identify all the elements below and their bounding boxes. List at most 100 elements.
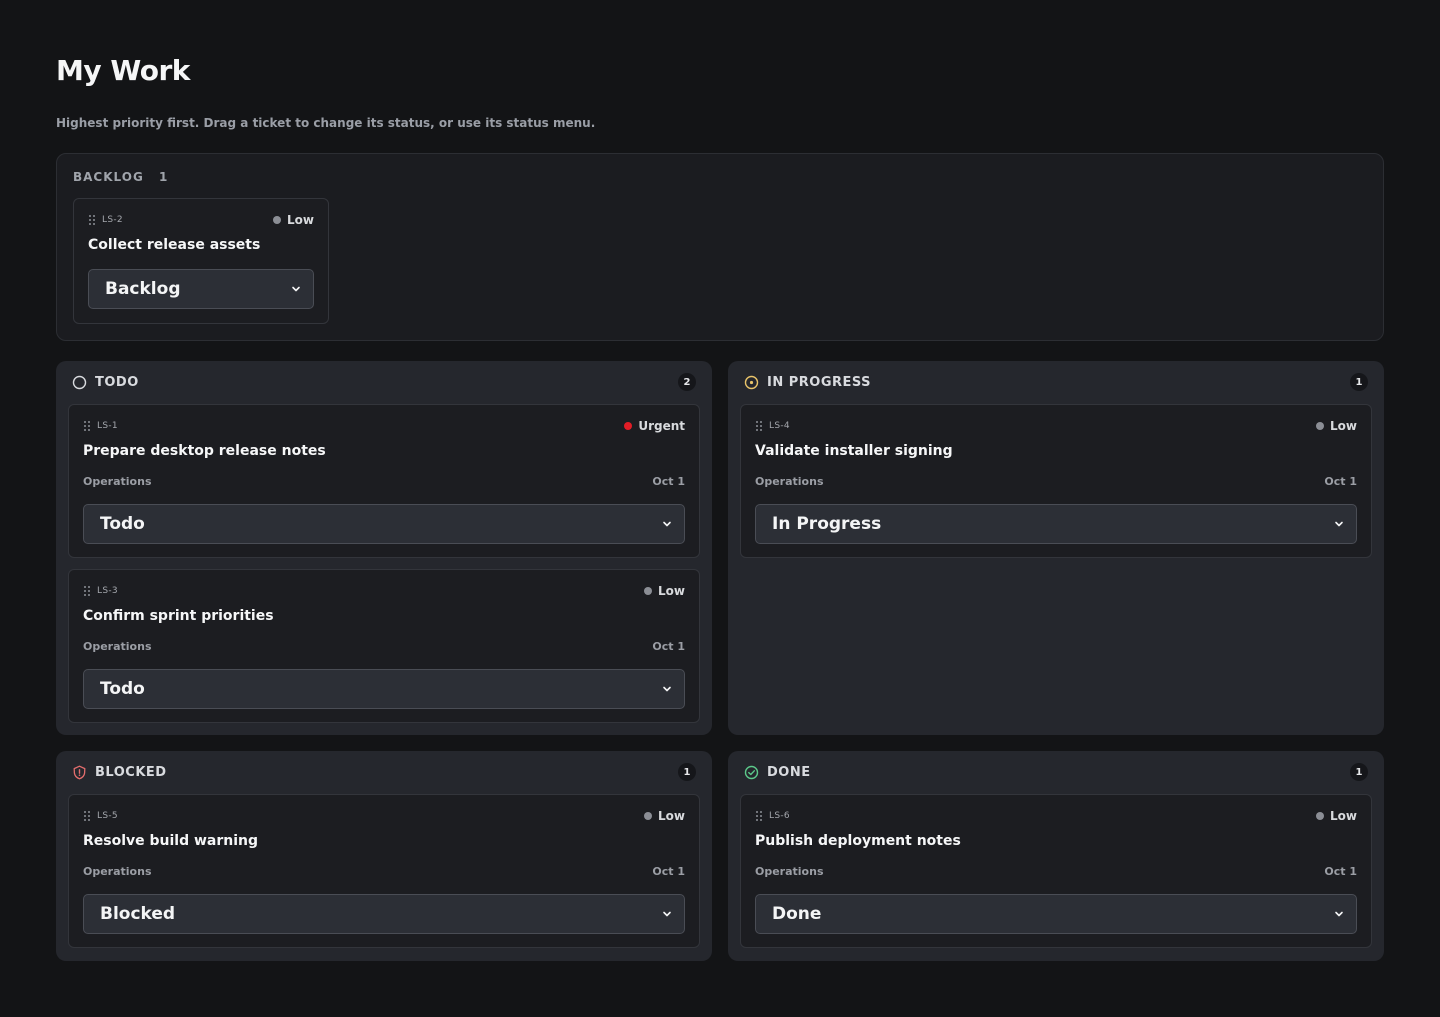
page-title: My Work [56, 54, 190, 87]
ticket-title: Resolve build warning [83, 833, 259, 849]
column-count: 1 [1350, 763, 1368, 781]
status-select[interactable]: Blocked [83, 894, 685, 934]
ticket-title: Validate installer signing [755, 443, 953, 459]
chevron-down-icon [1334, 909, 1344, 919]
ticket-team: Operations [83, 865, 152, 878]
priority-dot-icon [624, 422, 633, 430]
ticket-card[interactable]: LS-3 Low Confirm sprint priorities Opera… [68, 569, 700, 723]
ticket-team: Operations [755, 865, 824, 878]
ticket-date: Oct 1 [1324, 475, 1357, 488]
chevron-down-icon [662, 909, 672, 919]
ticket-team: Operations [83, 640, 152, 653]
priority-badge: Low [1316, 809, 1357, 823]
drag-handle-icon[interactable] [755, 810, 763, 822]
ticket-id: LS-1 [97, 421, 118, 431]
check-circle-icon [744, 765, 759, 780]
column-title: TODO [95, 374, 139, 390]
drag-handle-icon[interactable] [83, 585, 91, 597]
status-select-value: Blocked [100, 904, 176, 924]
backlog-header: BACKLOG 1 [73, 170, 167, 184]
ticket-date: Oct 1 [652, 865, 685, 878]
ticket-card[interactable]: LS-2 Low Collect release assets Backlog [73, 198, 329, 324]
priority-badge: Low [1316, 419, 1357, 433]
ticket-card[interactable]: LS-6 Low Publish deployment notes Operat… [740, 794, 1372, 948]
status-select-value: Done [772, 904, 822, 924]
drag-handle-icon[interactable] [88, 214, 96, 226]
drag-handle-icon[interactable] [83, 810, 91, 822]
ticket-meta: Operations Oct 1 [83, 865, 685, 878]
backlog-section: BACKLOG 1 LS-2 Low Collect release asset… [56, 153, 1384, 341]
ticket-meta: Operations Oct 1 [83, 640, 685, 653]
priority-badge: Low [273, 213, 314, 227]
status-select[interactable]: In Progress [755, 504, 1357, 544]
column-in-progress[interactable]: IN PROGRESS 1 LS-4 Low Validate installe… [728, 361, 1384, 735]
ticket-title: Confirm sprint priorities [83, 608, 274, 624]
shield-alert-icon [72, 765, 87, 780]
status-select[interactable]: Done [755, 894, 1357, 934]
ticket-card[interactable]: LS-5 Low Resolve build warning Operation… [68, 794, 700, 948]
ticket-team: Operations [83, 475, 152, 488]
priority-dot-icon [273, 216, 282, 224]
circle-icon [72, 375, 87, 390]
ticket-title: Collect release assets [88, 237, 261, 253]
ticket-id: LS-6 [769, 811, 790, 821]
column-count: 2 [678, 373, 696, 391]
drag-handle-icon[interactable] [755, 420, 763, 432]
priority-label: Low [658, 809, 685, 823]
page-subtitle: Highest priority first. Drag a ticket to… [56, 116, 596, 130]
column-title: IN PROGRESS [767, 374, 872, 390]
dot-circle-icon [744, 375, 759, 390]
column-header: DONE 1 [744, 763, 1368, 781]
column-count: 1 [678, 763, 696, 781]
column-blocked[interactable]: BLOCKED 1 LS-5 Low Resolve build warning… [56, 751, 712, 961]
priority-label: Urgent [638, 419, 685, 433]
ticket-id: LS-3 [97, 586, 118, 596]
priority-badge: Urgent [624, 419, 685, 433]
priority-badge: Low [644, 584, 685, 598]
ticket-meta: Operations Oct 1 [755, 475, 1357, 488]
chevron-down-icon [1334, 519, 1344, 529]
priority-dot-icon [1316, 422, 1325, 430]
drag-handle-icon[interactable] [83, 420, 91, 432]
ticket-date: Oct 1 [1324, 865, 1357, 878]
column-count: 1 [1350, 373, 1368, 391]
status-select-value: Todo [100, 679, 145, 699]
status-select[interactable]: Backlog [88, 269, 314, 309]
status-select[interactable]: Todo [83, 504, 685, 544]
backlog-count: 1 [159, 170, 168, 184]
status-select-value: In Progress [772, 514, 882, 534]
chevron-down-icon [662, 519, 672, 529]
status-select[interactable]: Todo [83, 669, 685, 709]
column-title: BLOCKED [95, 764, 167, 780]
ticket-id: LS-2 [102, 215, 123, 225]
ticket-id: LS-4 [769, 421, 790, 431]
chevron-down-icon [662, 684, 672, 694]
priority-dot-icon [1316, 812, 1325, 820]
ticket-date: Oct 1 [652, 640, 685, 653]
column-title: DONE [767, 764, 811, 780]
priority-label: Low [1330, 809, 1357, 823]
ticket-id: LS-5 [97, 811, 118, 821]
priority-label: Low [658, 584, 685, 598]
ticket-card[interactable]: LS-1 Urgent Prepare desktop release note… [68, 404, 700, 558]
column-done[interactable]: DONE 1 LS-6 Low Publish deployment notes… [728, 751, 1384, 961]
ticket-date: Oct 1 [652, 475, 685, 488]
backlog-title: BACKLOG [73, 170, 144, 184]
status-select-value: Todo [100, 514, 145, 534]
ticket-meta: Operations Oct 1 [755, 865, 1357, 878]
column-header: BLOCKED 1 [72, 763, 696, 781]
ticket-meta: Operations Oct 1 [83, 475, 685, 488]
priority-dot-icon [644, 587, 653, 595]
priority-dot-icon [644, 812, 653, 820]
ticket-team: Operations [755, 475, 824, 488]
column-todo[interactable]: TODO 2 LS-1 Urgent Prepare desktop relea… [56, 361, 712, 735]
ticket-title: Prepare desktop release notes [83, 443, 326, 459]
priority-label: Low [287, 213, 314, 227]
chevron-down-icon [291, 284, 301, 294]
status-select-value: Backlog [105, 279, 181, 299]
priority-label: Low [1330, 419, 1357, 433]
column-header: TODO 2 [72, 373, 696, 391]
priority-badge: Low [644, 809, 685, 823]
ticket-card[interactable]: LS-4 Low Validate installer signing Oper… [740, 404, 1372, 558]
column-header: IN PROGRESS 1 [744, 373, 1368, 391]
